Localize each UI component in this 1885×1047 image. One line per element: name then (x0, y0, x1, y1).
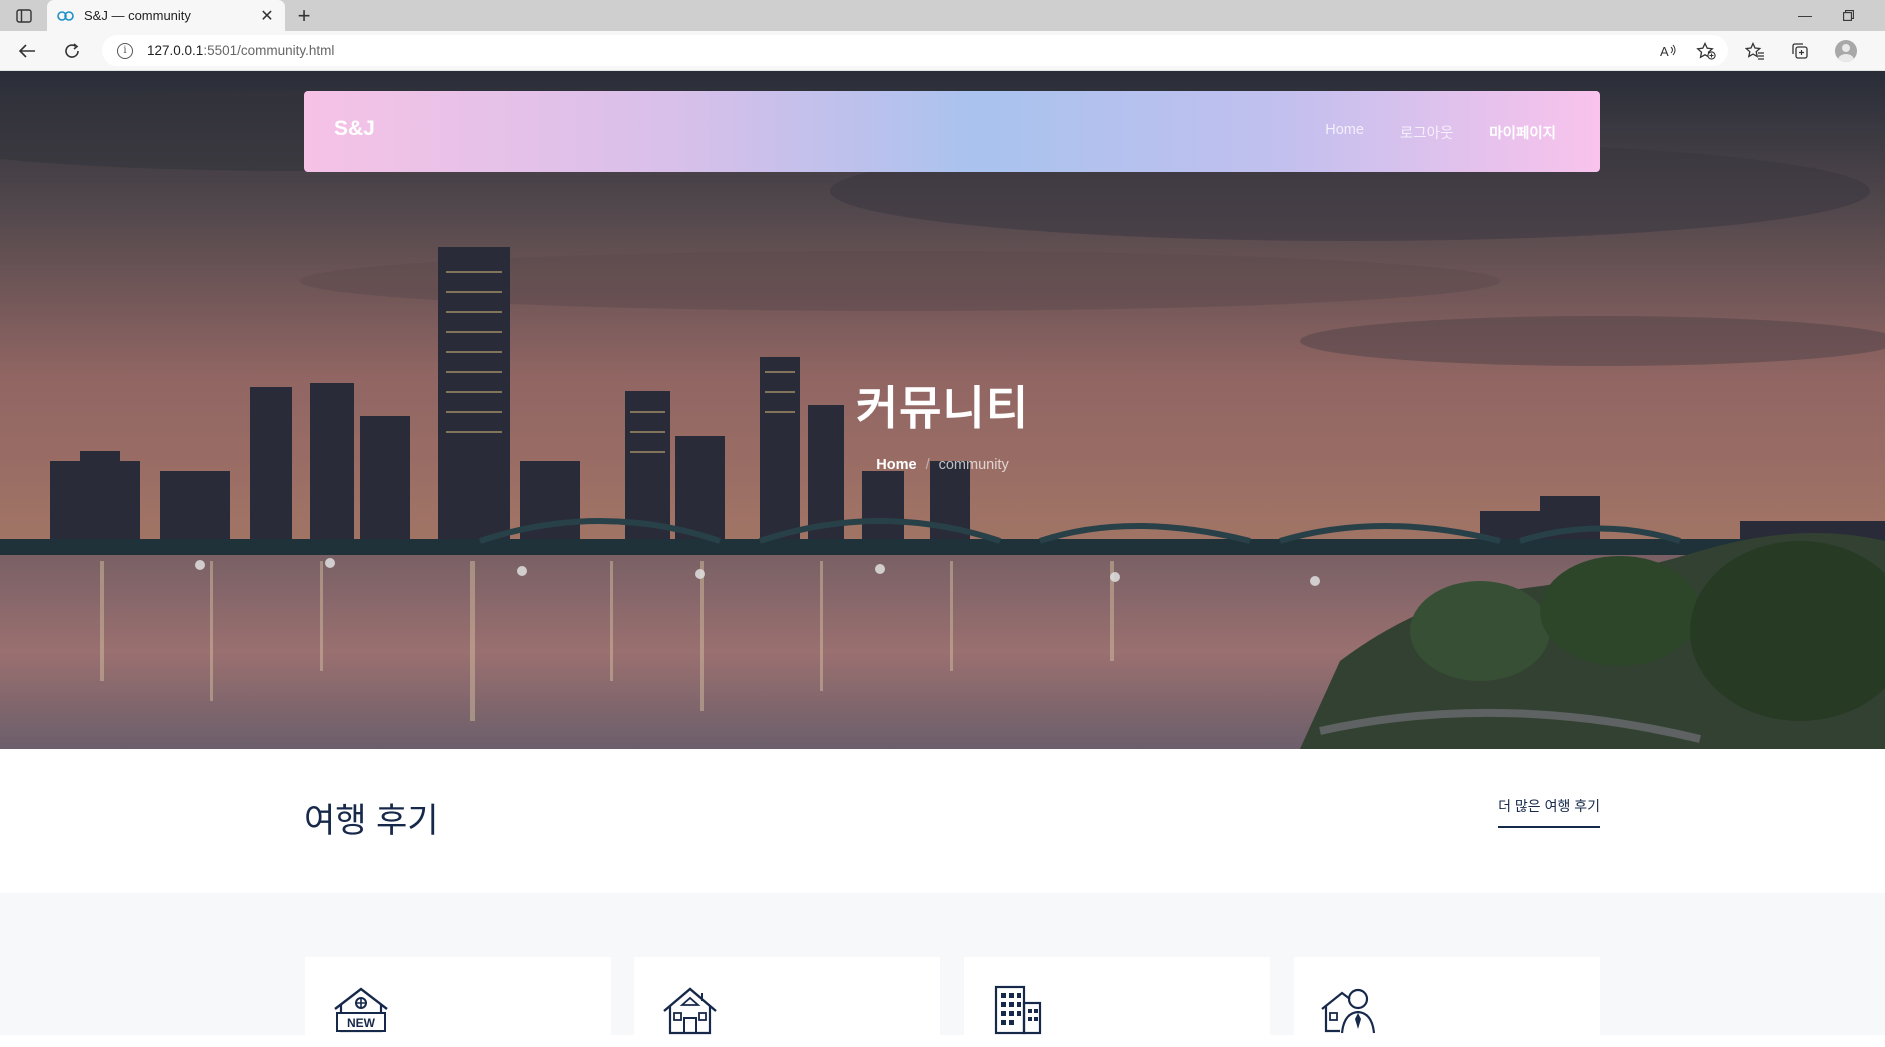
new-tab-icon[interactable]: + (293, 5, 315, 27)
cards-area: NEW (0, 893, 1885, 1047)
profile-avatar[interactable] (1834, 39, 1858, 63)
breadcrumb-home[interactable]: Home (876, 457, 916, 473)
reload-icon[interactable] (60, 39, 84, 63)
section-title: 여행 후기 (304, 802, 439, 840)
add-favorite-icon[interactable] (1694, 35, 1718, 66)
browser-toolbar: i 127.0.0.1 :5501/community.html A (0, 31, 1885, 71)
site-brand[interactable]: S&J (334, 117, 375, 141)
nav-link-mypage[interactable]: 마이페이지 (1489, 122, 1556, 143)
profile-avatar-image (1835, 40, 1857, 62)
building-icon (994, 985, 1042, 1035)
tab-title: S&J — community (84, 8, 191, 23)
svg-text:A: A (1660, 44, 1669, 59)
breadcrumb-current: community (938, 457, 1009, 473)
site-navbar: S&J Home 로그아웃 마이페이지 (304, 91, 1600, 172)
tab-close-icon[interactable]: ✕ (259, 8, 275, 25)
nav-link-logout[interactable]: 로그아웃 (1400, 122, 1453, 143)
new-sign-text: NEW (347, 1016, 376, 1030)
restore-icon[interactable] (1836, 4, 1860, 26)
review-card[interactable] (1294, 957, 1600, 1047)
hero-banner: S&J Home 로그아웃 마이페이지 커뮤니티 Home / communit… (0, 71, 1885, 749)
review-card[interactable] (964, 957, 1270, 1047)
more-reviews-link[interactable]: 더 많은 여행 후기 (1498, 796, 1600, 828)
review-card[interactable]: NEW (305, 957, 611, 1047)
new-house-icon: NEW (334, 987, 388, 1033)
breadcrumb-separator: / (925, 457, 930, 473)
back-icon[interactable] (15, 39, 39, 63)
breadcrumb: Home / community (0, 457, 1885, 473)
favorites-icon[interactable] (1743, 39, 1767, 63)
reviews-section-header: 여행 후기 더 많은 여행 후기 (0, 749, 1885, 893)
edge-favicon (57, 8, 75, 24)
minimize-icon[interactable]: — (1793, 4, 1817, 26)
read-aloud-icon[interactable]: A (1656, 35, 1680, 66)
nav-link-home[interactable]: Home (1325, 122, 1364, 143)
url-path: :5501/community.html (203, 43, 335, 58)
browser-tab-bar: S&J — community ✕ + — (0, 0, 1885, 31)
page-title: 커뮤니티 (855, 382, 1030, 434)
browser-tab-active[interactable]: S&J — community ✕ (47, 0, 285, 31)
site-info-icon[interactable]: i (117, 42, 133, 59)
house-icon (663, 987, 717, 1035)
url-host: 127.0.0.1 (147, 43, 204, 58)
sidebar-toggle-icon[interactable] (12, 7, 36, 25)
collections-icon[interactable] (1788, 39, 1812, 63)
address-bar[interactable]: i 127.0.0.1 :5501/community.html A (102, 35, 1728, 66)
nav-links: Home 로그아웃 마이페이지 (1325, 122, 1556, 143)
agent-house-icon (1321, 988, 1376, 1034)
review-card[interactable] (634, 957, 940, 1047)
